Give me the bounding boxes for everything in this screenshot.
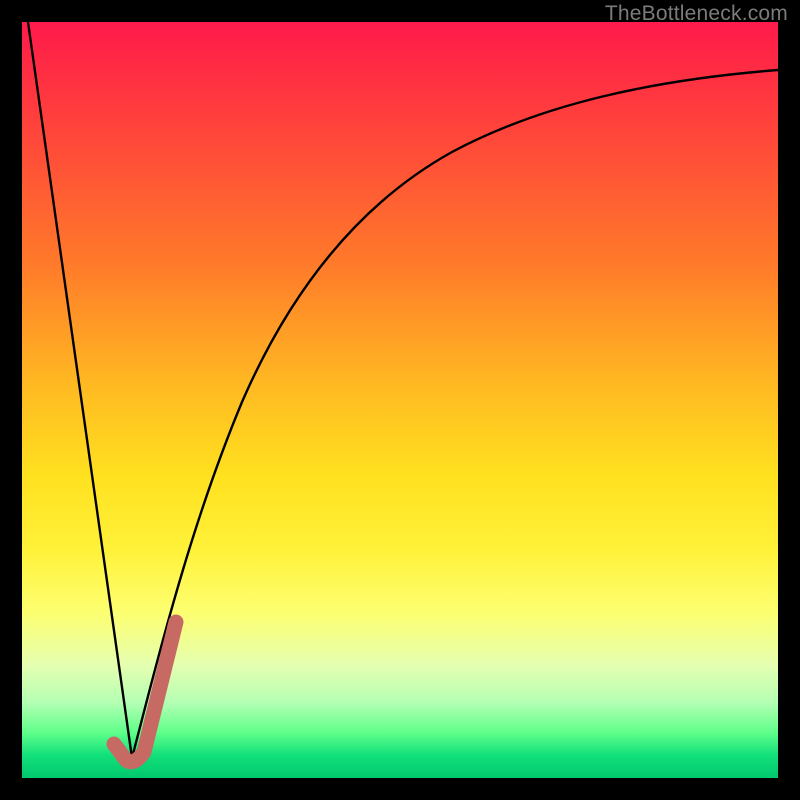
curve-right — [132, 70, 778, 758]
chart-frame: TheBottleneck.com — [0, 0, 800, 800]
watermark-text: TheBottleneck.com — [605, 2, 788, 26]
curve-layer — [22, 22, 778, 778]
curve-left — [28, 22, 132, 758]
plot-area — [22, 22, 778, 778]
